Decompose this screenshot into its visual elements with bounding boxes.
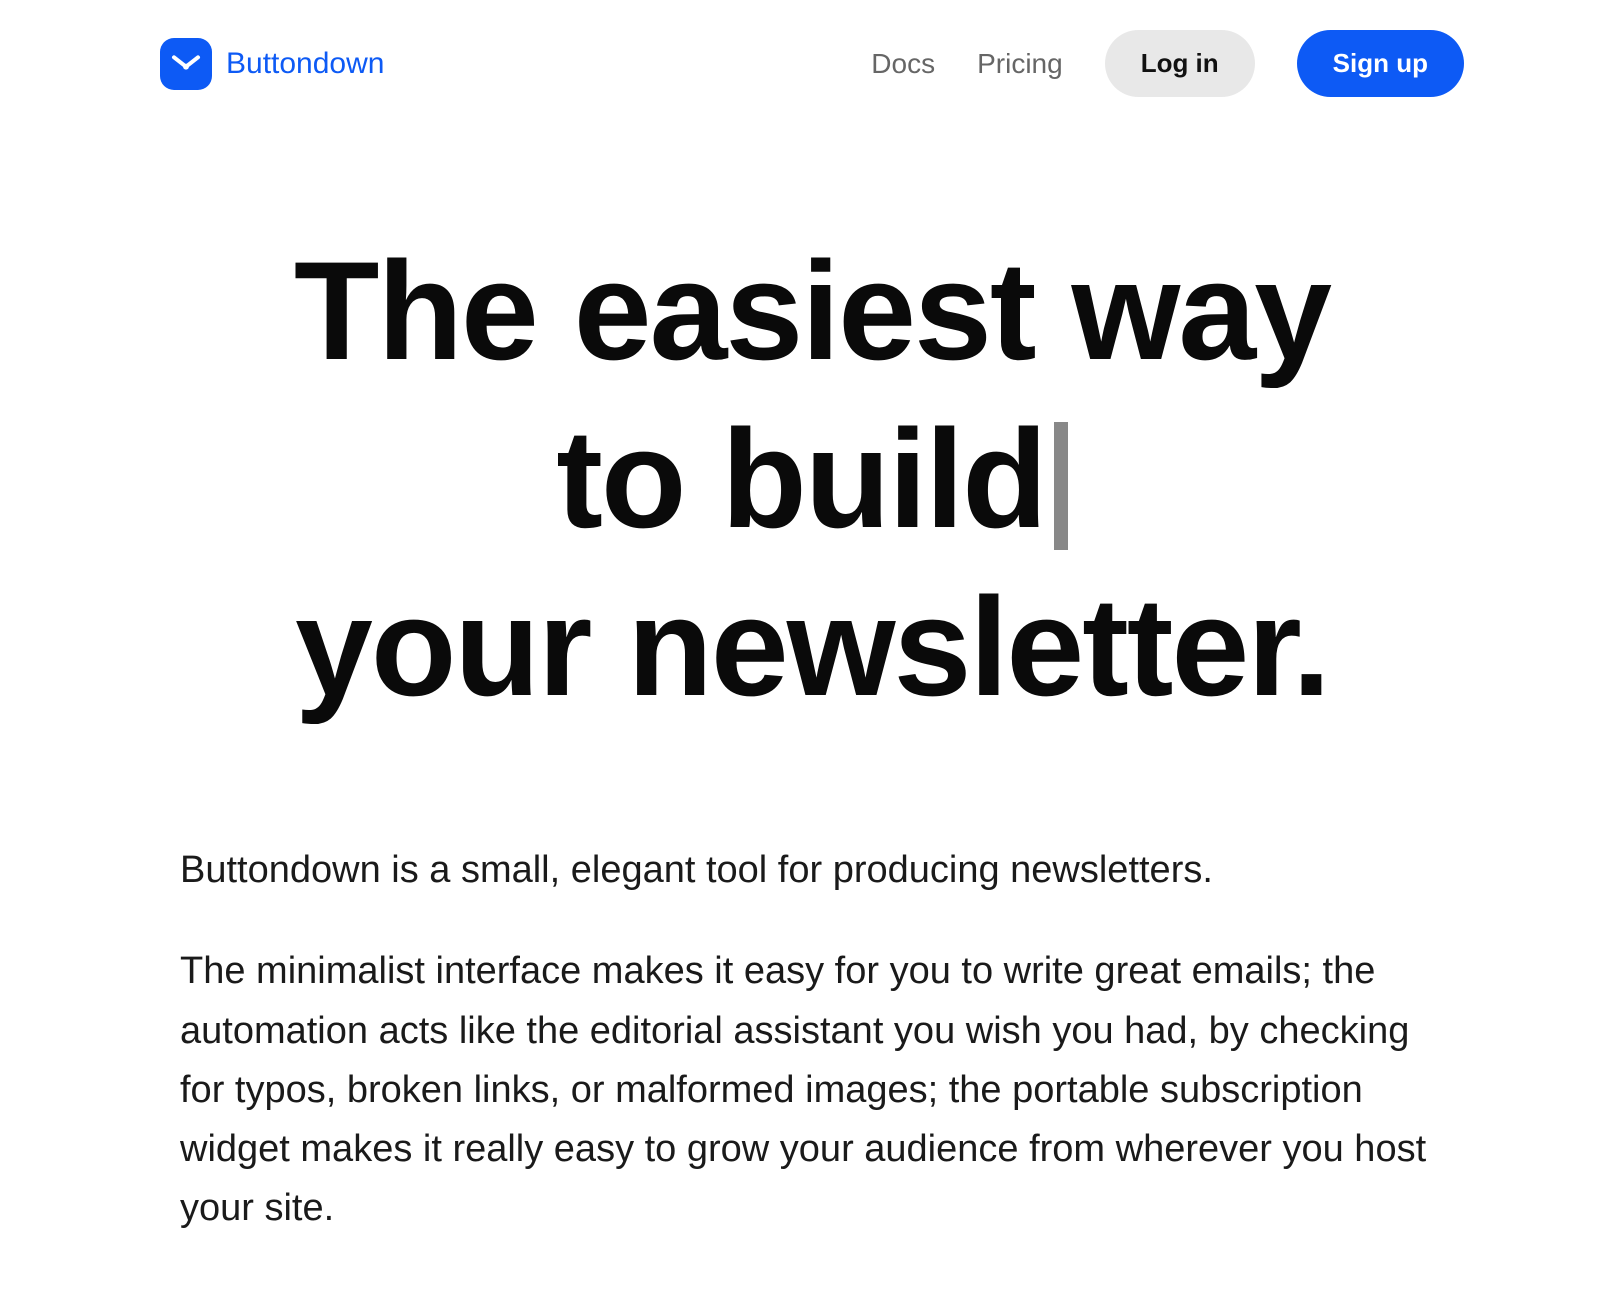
header: Buttondown Docs Pricing Log in Sign up bbox=[160, 30, 1464, 97]
brand-name: Buttondown bbox=[226, 47, 384, 81]
nav-docs[interactable]: Docs bbox=[871, 48, 935, 80]
signup-button[interactable]: Sign up bbox=[1297, 30, 1464, 97]
logo[interactable]: Buttondown bbox=[160, 38, 384, 90]
headline-line2: to build bbox=[556, 400, 1045, 557]
main-nav: Docs Pricing Log in Sign up bbox=[871, 30, 1464, 97]
hero-headline: The easiest way to build your newsletter… bbox=[160, 227, 1464, 731]
headline-line1: The easiest way bbox=[294, 232, 1330, 389]
nav-pricing[interactable]: Pricing bbox=[977, 48, 1063, 80]
login-button[interactable]: Log in bbox=[1105, 30, 1255, 97]
buttondown-logo-icon bbox=[160, 38, 212, 90]
headline-line3: your newsletter. bbox=[295, 568, 1329, 725]
intro-paragraph-1: Buttondown is a small, elegant tool for … bbox=[180, 841, 1444, 900]
intro-paragraph-2: The minimalist interface makes it easy f… bbox=[180, 942, 1444, 1238]
typing-cursor-icon bbox=[1054, 422, 1068, 550]
body-copy: Buttondown is a small, elegant tool for … bbox=[160, 841, 1464, 1239]
